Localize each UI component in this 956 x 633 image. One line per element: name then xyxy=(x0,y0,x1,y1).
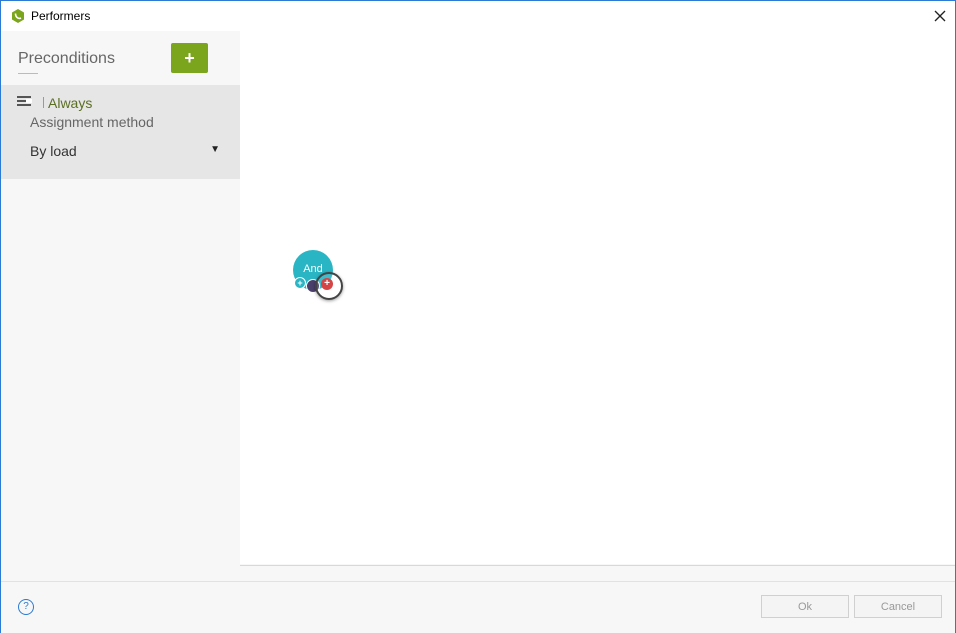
canvas-divider xyxy=(240,565,955,566)
performers-dialog: Performers Preconditions + Always Assign… xyxy=(0,0,956,633)
assignment-method-label: Assignment method xyxy=(30,114,154,130)
precondition-item[interactable]: Always Assignment method By load ▼ xyxy=(1,85,240,179)
and-node[interactable]: And + + xyxy=(293,250,353,300)
add-condition-icon: + xyxy=(321,278,333,290)
add-branch-icon[interactable]: + xyxy=(294,277,306,289)
cancel-button[interactable]: Cancel xyxy=(854,595,942,618)
add-condition-button[interactable]: + xyxy=(315,272,343,300)
ok-button[interactable]: Ok xyxy=(761,595,849,618)
close-button[interactable] xyxy=(925,1,955,31)
add-precondition-button[interactable]: + xyxy=(171,43,208,73)
help-icon[interactable]: ? xyxy=(18,599,34,615)
dropdown-caret-icon: ▼ xyxy=(210,144,220,155)
close-icon xyxy=(934,10,946,22)
app-logo-icon xyxy=(12,9,24,23)
condition-canvas[interactable]: And + + xyxy=(240,31,955,564)
window-title: Performers xyxy=(31,9,91,23)
rule-name: Always xyxy=(48,95,93,111)
rule-separator xyxy=(43,97,44,108)
assignment-method-select[interactable]: By load ▼ xyxy=(30,141,220,163)
preconditions-sidebar: Preconditions + Always Assignment method… xyxy=(1,31,240,581)
list-settings-icon xyxy=(17,96,32,106)
sidebar-header: Preconditions + xyxy=(1,31,240,85)
sidebar-title: Preconditions xyxy=(18,50,115,67)
title-underline xyxy=(18,73,38,74)
assignment-method-value: By load xyxy=(30,143,77,159)
title-bar: Performers xyxy=(1,1,955,31)
dialog-footer: ? Ok Cancel xyxy=(1,581,955,633)
